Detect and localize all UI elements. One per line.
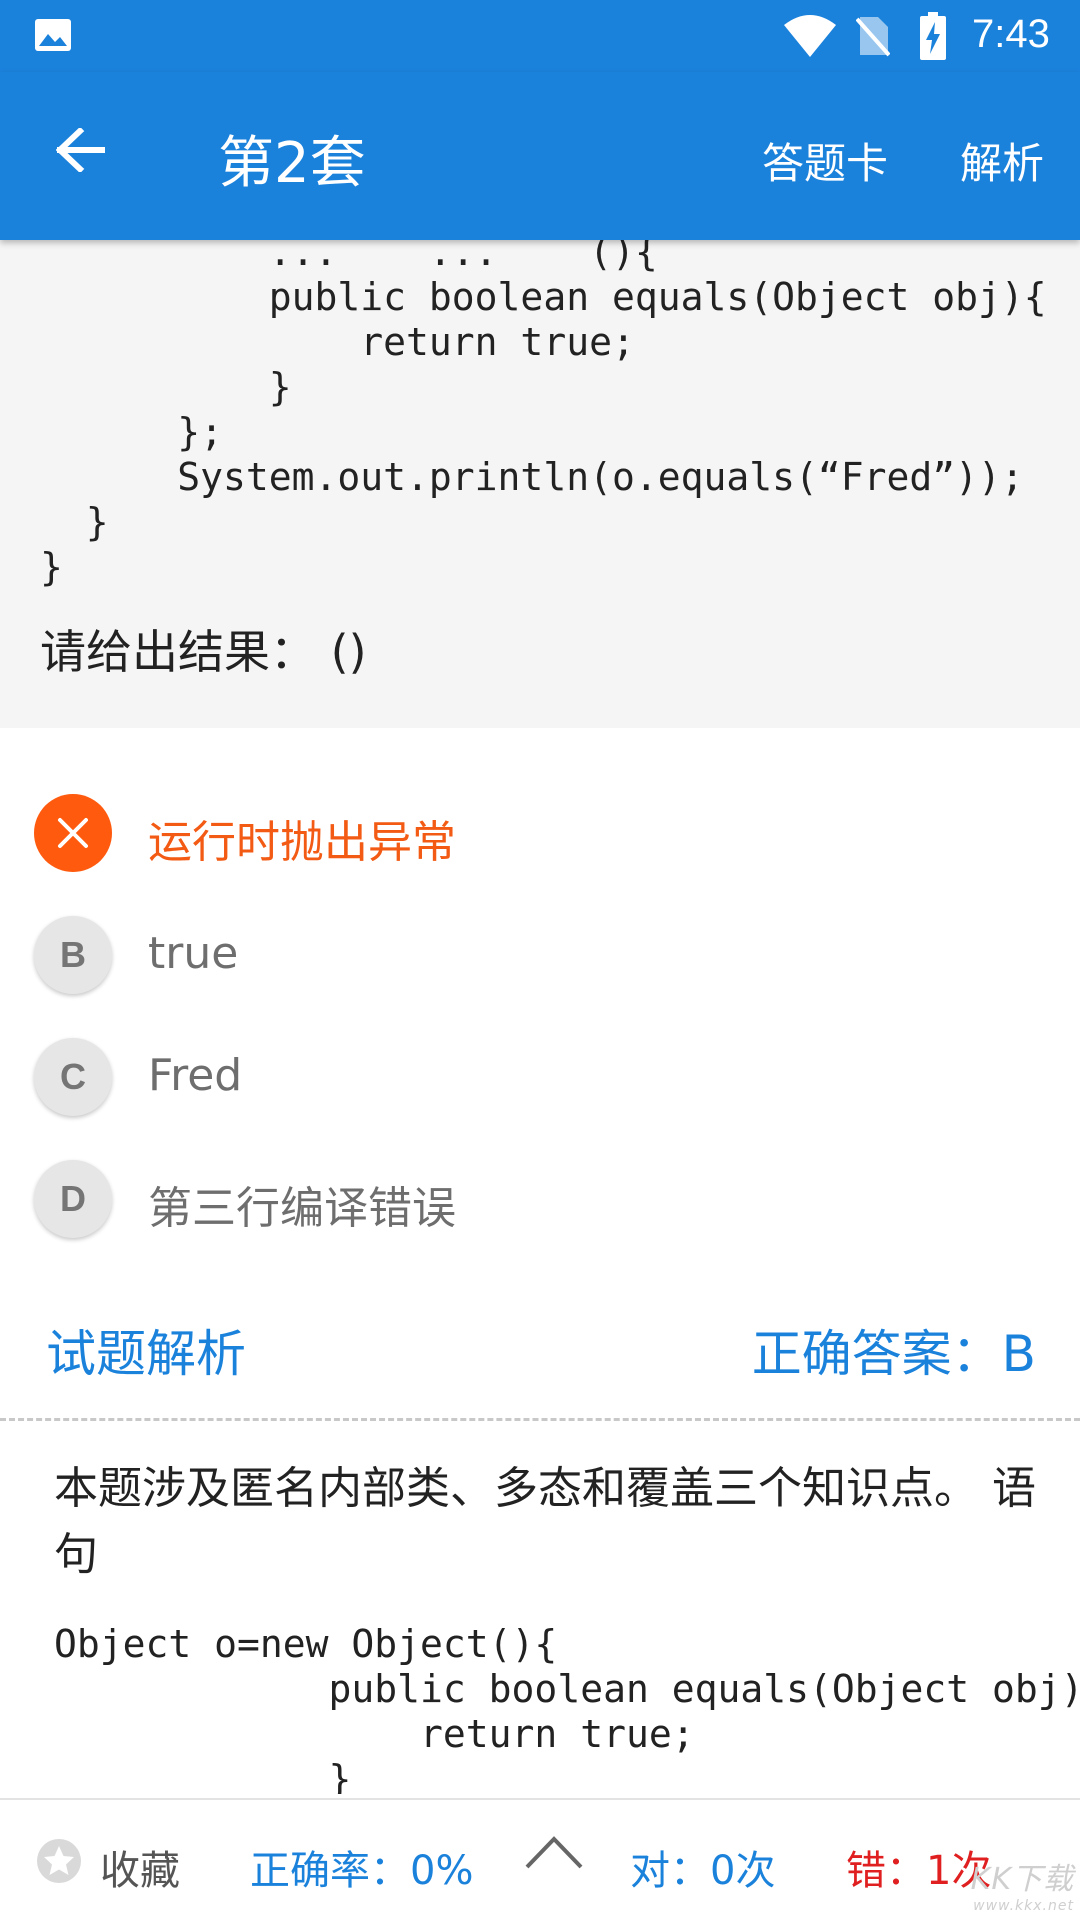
dashed-divider [0, 1418, 1080, 1421]
analysis-code: Object o=new Object(){ public boolean eq… [54, 1622, 1080, 1794]
correct-answer: 正确答案：B [751, 1325, 1036, 1383]
watermark-url: www.kkx.net [973, 1898, 1074, 1914]
question-code: ... ... (){ public boolean equals(Object… [40, 240, 1047, 589]
option-label: Fred [148, 1050, 243, 1101]
analysis-label: 试题解析 [46, 1325, 246, 1383]
right-count: 对：0次 [630, 1848, 776, 1894]
analysis-header: 试题解析 正确答案：B [0, 1300, 1080, 1420]
option-label: true [148, 928, 239, 979]
wrong-count: 错：1次 [846, 1848, 992, 1894]
chevron-up-icon[interactable] [524, 1834, 584, 1874]
star-icon[interactable] [36, 1838, 82, 1888]
option-a[interactable]: 运行时抛出异常 [0, 784, 1080, 884]
option-d[interactable]: D 第三行编译错误 [0, 1150, 1080, 1250]
option-label: 第三行编译错误 [148, 1183, 456, 1234]
watermark: KK下载 www.kkx.net [971, 1854, 1074, 1914]
answer-card-button[interactable]: 答题卡 [762, 130, 888, 191]
wifi-icon [782, 13, 838, 63]
option-letter: B [34, 916, 112, 994]
option-b[interactable]: B true [0, 906, 1080, 1006]
status-time: 7:43 [972, 12, 1050, 56]
status-bar: 7:43 [0, 0, 1080, 72]
question-prompt: 请给出结果： () [40, 625, 367, 679]
no-sim-icon [855, 15, 891, 61]
analysis-text: 本题涉及匿名内部类、多态和覆盖三个知识点。 语句 [54, 1463, 1036, 1580]
battery-charging-icon [920, 12, 946, 64]
bottom-bar: 收藏 正确率：0% 对：0次 错：1次 KK下载 www.kkx.net [0, 1798, 1080, 1922]
wrong-mark-icon [34, 794, 112, 872]
option-letter: C [34, 1038, 112, 1116]
option-c[interactable]: C Fred [0, 1028, 1080, 1128]
gallery-icon [34, 18, 72, 56]
accuracy-text: 正确率：0% [250, 1848, 474, 1894]
watermark-text: KK下载 [970, 1862, 1074, 1897]
app-bar: 第2套 答题卡 解析 [0, 72, 1080, 240]
favorite-button[interactable]: 收藏 [100, 1838, 180, 1896]
analysis-button[interactable]: 解析 [960, 130, 1044, 191]
page-title: 第2套 [218, 131, 366, 196]
back-arrow-icon[interactable] [55, 126, 106, 176]
question-panel: ... ... (){ public boolean equals(Object… [0, 240, 1080, 728]
option-letter: D [34, 1160, 112, 1238]
option-label: 运行时抛出异常 [148, 817, 456, 868]
